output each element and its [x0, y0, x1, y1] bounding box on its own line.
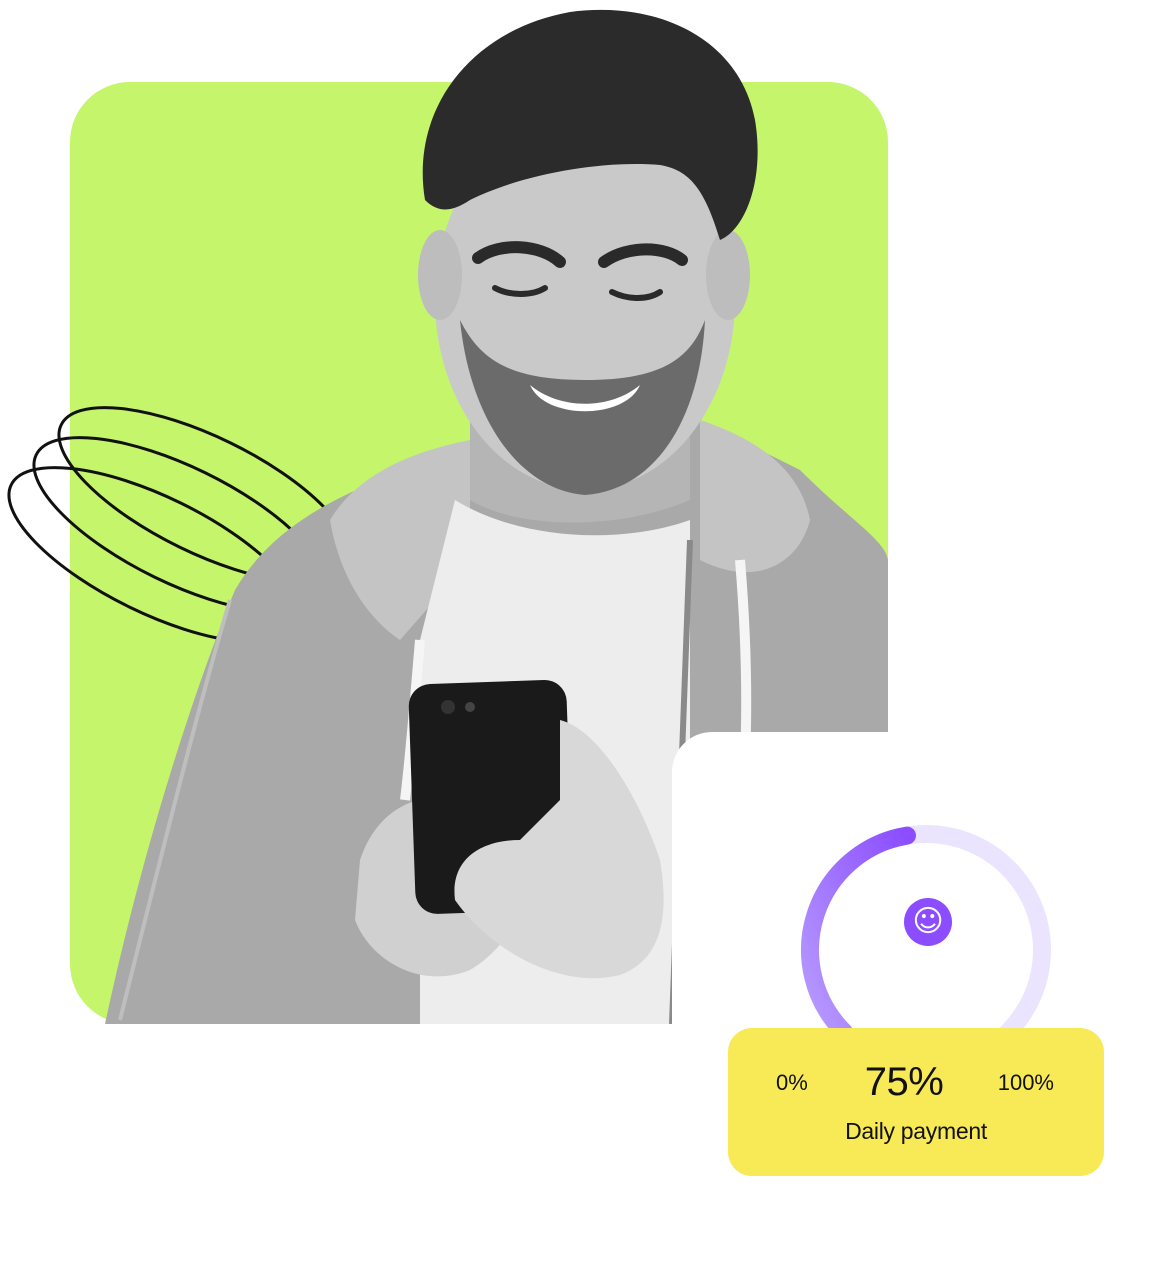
daily-payment-card: 0% 75% 100% Daily payment	[728, 1028, 1104, 1176]
max-percent-label: 100%	[997, 1070, 1054, 1095]
smiley-face-icon: ☺	[904, 898, 952, 946]
gauge-fill	[801, 826, 916, 1042]
daily-payment-caption: Daily payment	[845, 1118, 987, 1144]
hero-visual: ☺ 0% 75% 100% Daily payment	[0, 0, 1160, 1264]
